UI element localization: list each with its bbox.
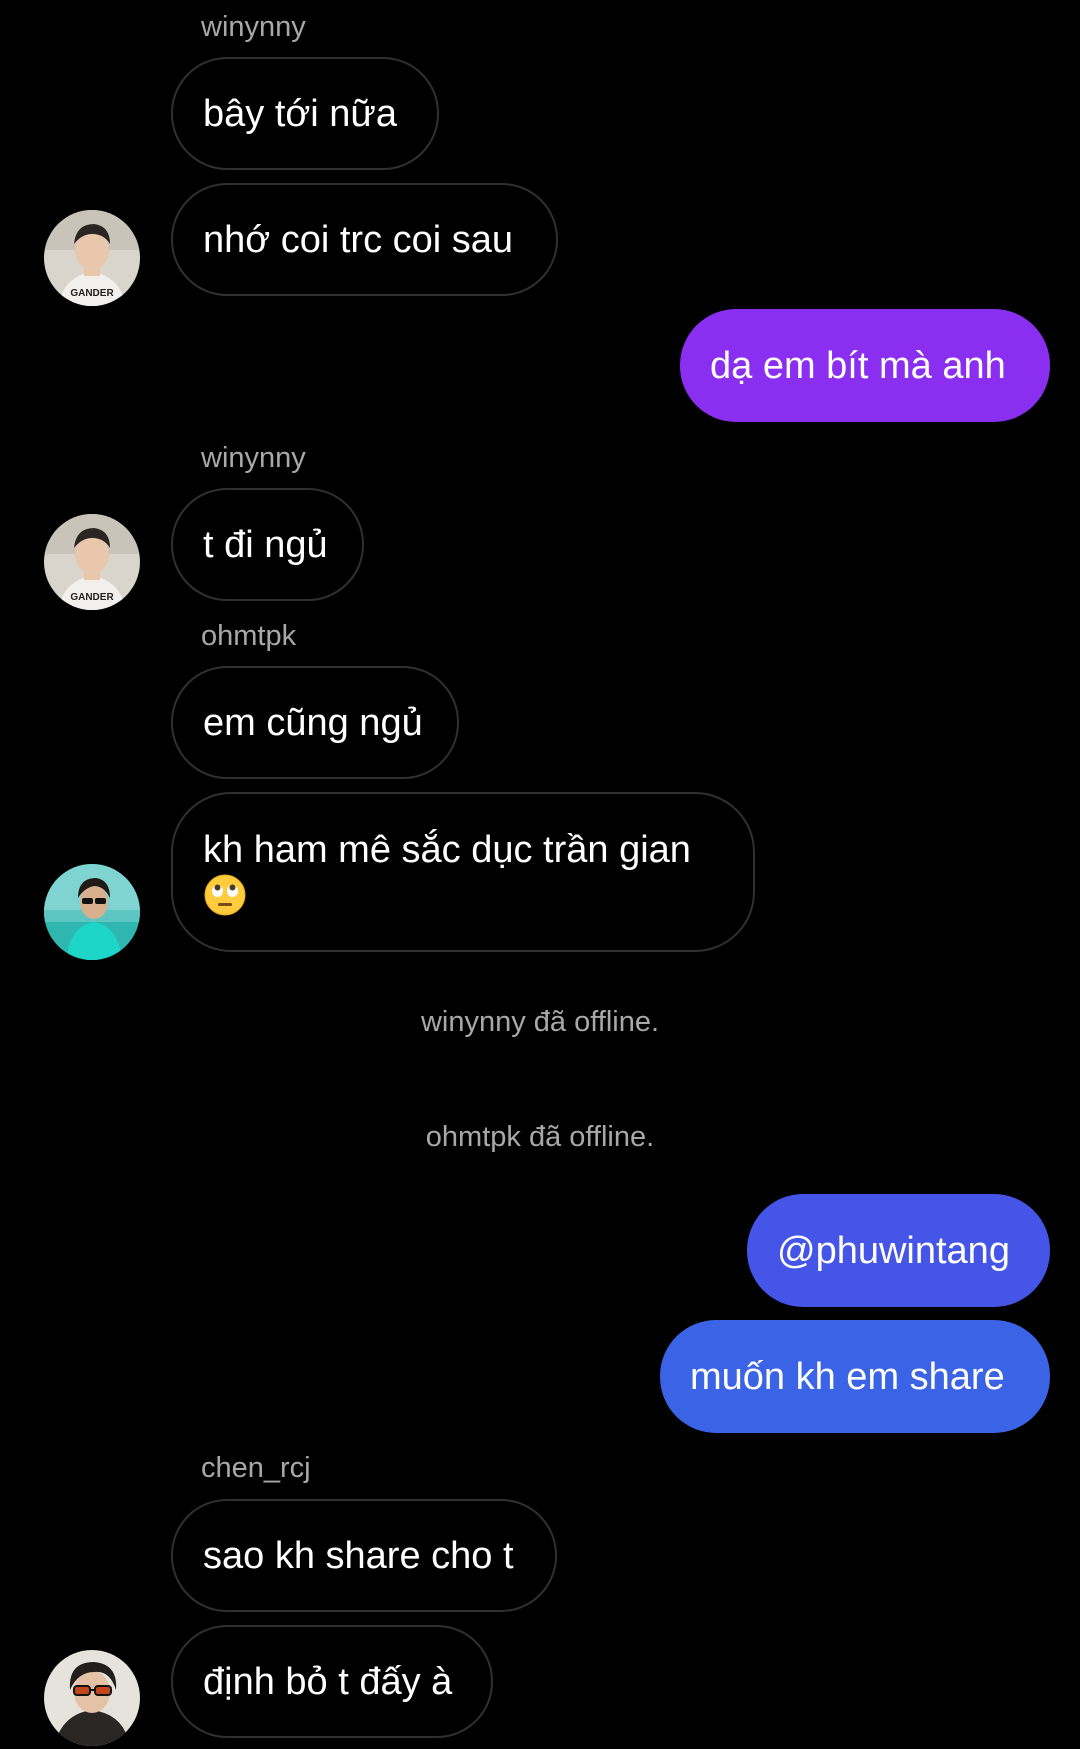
message-text: bây tới nữa	[203, 92, 398, 135]
outgoing-message[interactable]: dạ em bít mà anh	[680, 309, 1050, 422]
message-text: sao kh share cho t	[203, 1534, 514, 1577]
message-text: em cũng ngủ	[203, 701, 423, 744]
outgoing-message[interactable]: @phuwintang	[747, 1194, 1050, 1307]
message-text: dạ em bít mà anh	[710, 344, 1006, 387]
sender-name: chen_rcj	[201, 1452, 311, 1484]
avatar-winynny[interactable]: GANDER	[44, 514, 140, 610]
sender-name: winynny	[201, 442, 306, 474]
incoming-message[interactable]: t đi ngủ	[171, 488, 364, 601]
incoming-message[interactable]: nhớ coi trc coi sau	[171, 183, 558, 296]
sender-name: winynny	[201, 11, 306, 43]
message-text: định bỏ t đấy à	[203, 1660, 453, 1703]
avatar-winynny[interactable]: GANDER	[44, 210, 140, 306]
incoming-message[interactable]: sao kh share cho t	[171, 1499, 557, 1612]
avatar-chen-rcj[interactable]	[44, 1650, 140, 1746]
message-text: muốn kh em share	[690, 1355, 1005, 1398]
message-text: @phuwintang	[777, 1229, 1010, 1272]
svg-text:GANDER: GANDER	[70, 288, 114, 299]
incoming-message[interactable]: bây tới nữa	[171, 57, 439, 170]
system-status-message: ohmtpk đã offline.	[425, 1121, 655, 1153]
system-status-message: winynny đã offline.	[420, 1006, 660, 1038]
svg-text:GANDER: GANDER	[70, 592, 114, 603]
message-text: t đi ngủ	[203, 523, 328, 566]
outgoing-message[interactable]: muốn kh em share	[660, 1320, 1050, 1433]
incoming-message[interactable]: định bỏ t đấy à	[171, 1625, 493, 1738]
message-text: nhớ coi trc coi sau	[203, 218, 514, 261]
avatar-ohmtpk[interactable]	[44, 864, 140, 960]
incoming-message[interactable]: kh ham mê sắc dục trần gian	[171, 792, 755, 952]
sender-name: ohmtpk	[201, 620, 297, 652]
eye-roll-emoji-icon	[203, 873, 247, 917]
message-text: kh ham mê sắc dục trần gian	[203, 829, 691, 871]
incoming-message[interactable]: em cũng ngủ	[171, 666, 459, 779]
